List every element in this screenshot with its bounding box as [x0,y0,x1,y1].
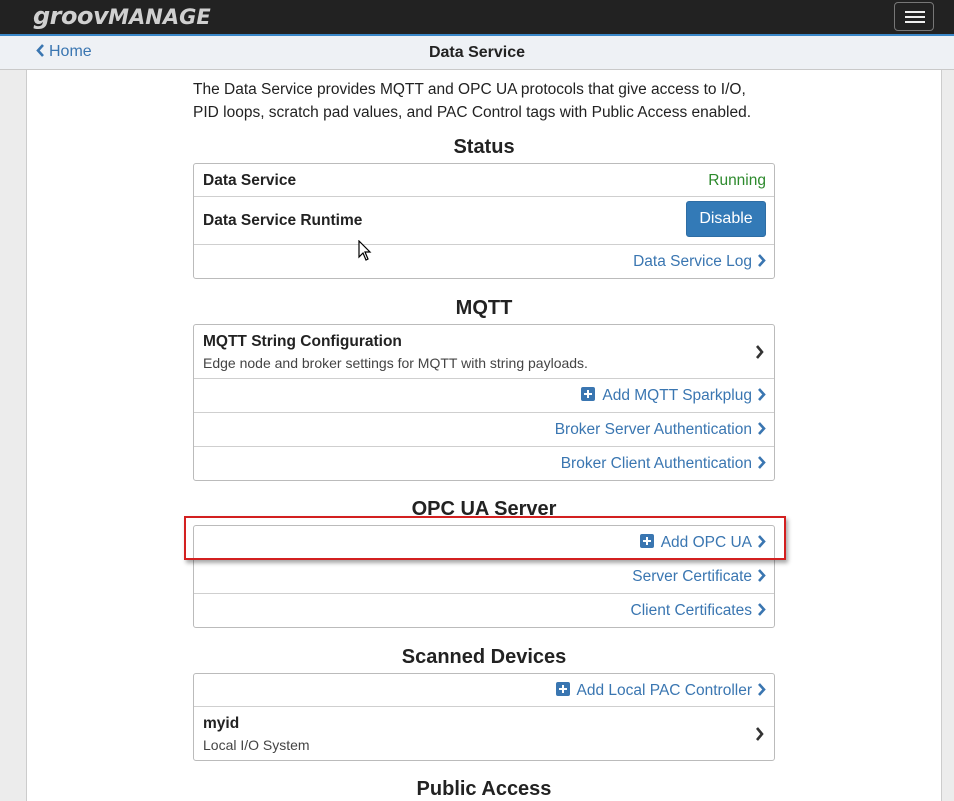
data-service-row: Data Service Running [194,164,774,197]
hamburger-menu-icon [905,21,925,23]
status-panel: Data Service Running Data Service Runtim… [193,163,775,279]
chevron-right-icon [758,456,766,469]
broker-server-auth-link[interactable]: Broker Server Authentication [555,421,766,439]
device-name: myid [203,715,240,732]
data-service-log-link[interactable]: Data Service Log [633,253,766,271]
runtime-label: Data Service Runtime [203,212,363,229]
main-content: The Data Service provides MQTT and OPC U… [26,70,942,801]
mqtt-title: MQTT [455,297,513,319]
data-service-label: Data Service [203,172,297,189]
page-header: Data Service Home [0,36,954,70]
mouse-cursor-icon [358,240,372,261]
chevron-right-icon [758,422,766,435]
chevron-right-icon [758,603,766,616]
chevron-left-icon [36,44,44,57]
groov-manage-logo[interactable]: groovMANAGE [33,2,211,30]
server-certificate-link[interactable]: Server Certificate [632,568,766,586]
hamburger-menu-button[interactable] [894,2,934,31]
add-local-pac-controller-link[interactable]: Add Local PAC Controller [555,682,766,700]
add-mqtt-sparkplug-row[interactable]: Add MQTT Sparkplug [194,379,774,413]
page-title: Data Service [428,44,526,61]
disable-button[interactable]: Disable [686,201,766,237]
runtime-row: Data Service Runtime Disable [194,197,774,245]
chevron-right-icon [758,388,766,401]
mqtt-string-config-row[interactable]: MQTT String Configuration Edge node and … [194,325,774,379]
public-access-title: Public Access [416,778,552,800]
scanned-devices-panel: Add Local PAC Controller myid Local I/O … [193,673,775,761]
chevron-right-icon [756,727,764,741]
plus-square-icon [555,682,570,696]
client-certificates-link[interactable]: Client Certificates [631,602,766,620]
page-description: The Data Service provides MQTT and OPC U… [193,81,752,121]
data-service-status: Running [708,172,766,189]
mqtt-string-config-label: MQTT String Configuration [203,333,402,350]
hamburger-menu-icon [905,11,925,13]
chevron-right-icon [756,345,764,359]
chevron-right-icon [758,683,766,696]
hamburger-menu-icon [905,16,925,18]
highlight-annotation-box [184,516,786,560]
device-description: Local I/O System [203,737,310,753]
status-title: Status [453,136,515,158]
home-back-link[interactable]: Home [36,43,92,61]
mqtt-panel: MQTT String Configuration Edge node and … [193,324,775,481]
device-row-myid[interactable]: myid Local I/O System [194,707,774,760]
broker-client-auth-link[interactable]: Broker Client Authentication [561,455,766,473]
data-service-log-row[interactable]: Data Service Log [194,245,774,278]
client-certificates-row[interactable]: Client Certificates [194,594,774,627]
chevron-right-icon [758,569,766,582]
broker-client-auth-row[interactable]: Broker Client Authentication [194,447,774,480]
plus-square-icon [581,387,596,401]
top-navbar: groovMANAGE [0,0,954,36]
broker-server-auth-row[interactable]: Broker Server Authentication [194,413,774,447]
add-mqtt-sparkplug-link[interactable]: Add MQTT Sparkplug [581,387,766,405]
server-certificate-row[interactable]: Server Certificate [194,560,774,594]
scanned-devices-title: Scanned Devices [401,646,567,668]
add-local-pac-row[interactable]: Add Local PAC Controller [194,674,774,707]
mqtt-string-config-description: Edge node and broker settings for MQTT w… [203,355,588,371]
chevron-right-icon [758,254,766,267]
home-link-label: Home [49,43,92,60]
